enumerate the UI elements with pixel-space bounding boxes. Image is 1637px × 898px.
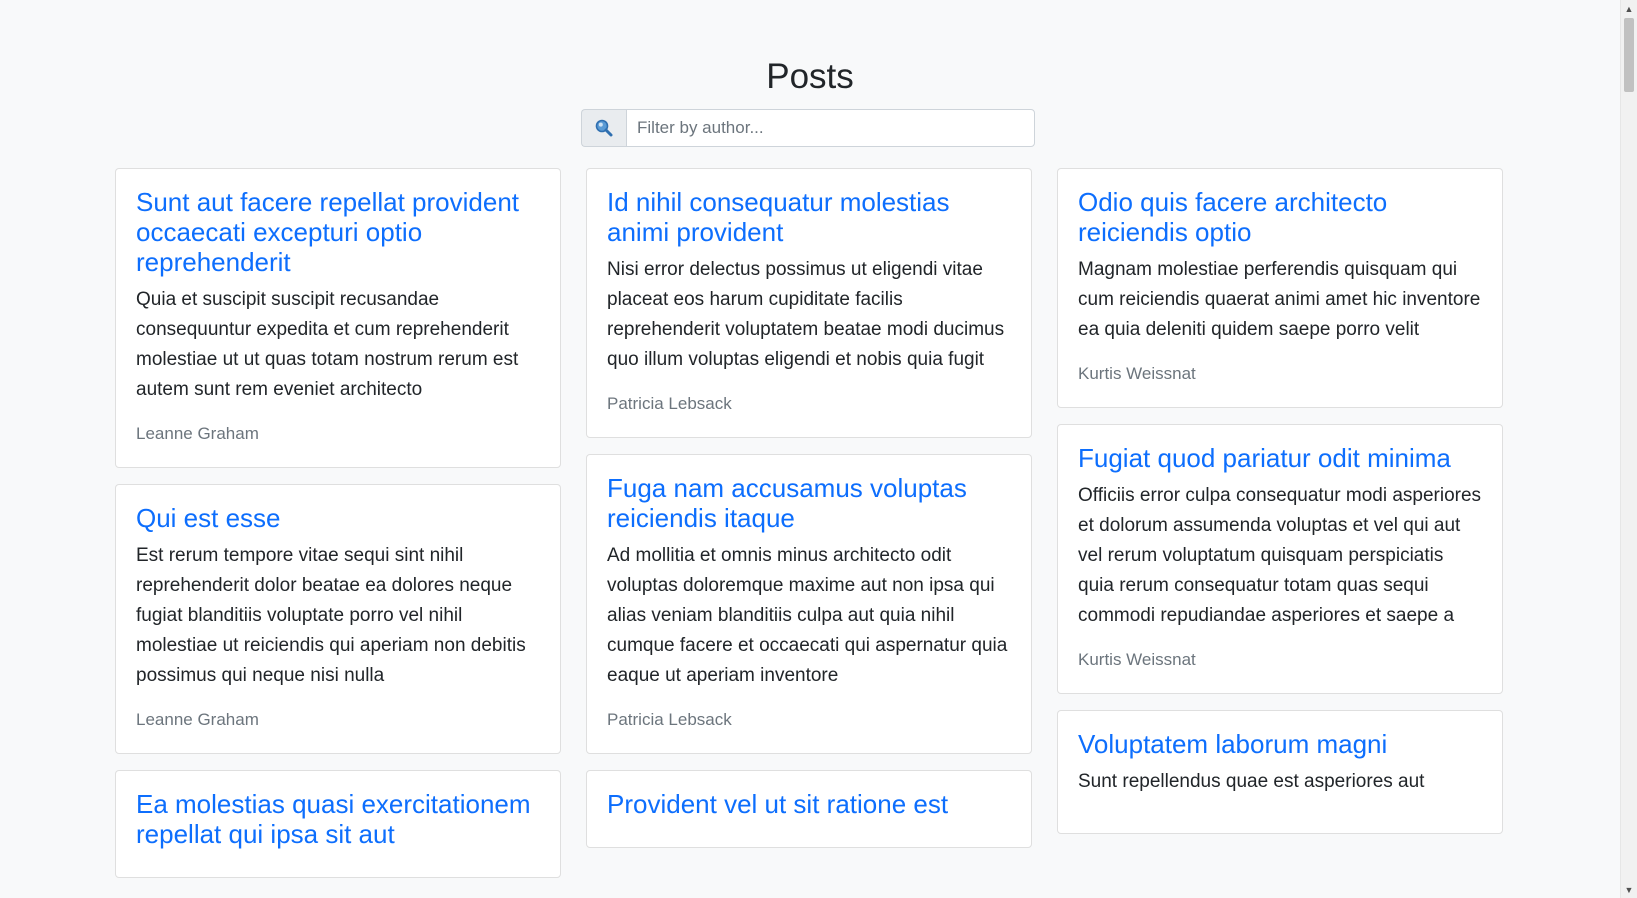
page-title: Posts — [766, 57, 854, 96]
post-title-link[interactable]: Fugiat quod pariatur odit minima — [1078, 443, 1482, 473]
post-body: Quia et suscipit suscipit recusandae con… — [136, 289, 519, 400]
author-filter-input[interactable] — [626, 109, 1035, 147]
post-title-link[interactable]: Id nihil consequatur molestias animi pro… — [607, 187, 1011, 247]
page: Posts Sunt aut facere repellat provident… — [0, 0, 1637, 898]
post-card: Id nihil consequatur molestias animi pro… — [586, 168, 1032, 438]
post-body: Sunt repellendus quae est asperiores aut — [1078, 771, 1425, 792]
author-filter — [581, 109, 1035, 147]
post-card: Sunt aut facere repellat provident occae… — [115, 168, 561, 468]
post-author: Kurtis Weissnat — [1078, 364, 1196, 383]
post-title-link[interactable]: Provident vel ut sit ratione est — [607, 789, 1011, 819]
post-body: Est rerum tempore vitae sequi sint nihil… — [136, 545, 526, 686]
post-title-link[interactable]: Odio quis facere architecto reiciendis o… — [1078, 187, 1482, 247]
post-author: Kurtis Weissnat — [1078, 650, 1196, 669]
posts-column-3: Odio quis facere architecto reiciendis o… — [1057, 168, 1503, 850]
scroll-down-arrow-icon[interactable]: ▼ — [1621, 881, 1637, 898]
post-author: Patricia Lebsack — [607, 710, 732, 729]
post-card: Provident vel ut sit ratione est — [586, 770, 1032, 848]
post-card: Qui est esse Est rerum tempore vitae seq… — [115, 484, 561, 754]
post-body: Nisi error delectus possimus ut eligendi… — [607, 259, 1005, 370]
post-card: Fuga nam accusamus voluptas reiciendis i… — [586, 454, 1032, 754]
post-body: Magnam molestiae perferendis quisquam qu… — [1078, 259, 1481, 340]
search-icon — [581, 109, 626, 147]
posts-column-2: Id nihil consequatur molestias animi pro… — [586, 168, 1032, 864]
scrollbar-thumb[interactable] — [1624, 18, 1634, 92]
post-body: Officiis error culpa consequatur modi as… — [1078, 485, 1482, 626]
post-author: Leanne Graham — [136, 424, 259, 443]
post-title-link[interactable]: Ea molestias quasi exercitationem repell… — [136, 789, 540, 849]
post-card: Voluptatem laborum magni Sunt repellendu… — [1057, 710, 1503, 834]
post-body: Ad mollitia et omnis minus architecto od… — [607, 545, 1008, 686]
vertical-scrollbar[interactable]: ▲ ▼ — [1620, 0, 1637, 898]
scroll-up-arrow-icon[interactable]: ▲ — [1621, 0, 1637, 17]
post-card: Odio quis facere architecto reiciendis o… — [1057, 168, 1503, 408]
posts-column-1: Sunt aut facere repellat provident occae… — [115, 168, 561, 894]
post-title-link[interactable]: Fuga nam accusamus voluptas reiciendis i… — [607, 473, 1011, 533]
post-author: Leanne Graham — [136, 710, 259, 729]
post-author: Patricia Lebsack — [607, 394, 732, 413]
post-title-link[interactable]: Qui est esse — [136, 503, 540, 533]
post-card: Fugiat quod pariatur odit minima Officii… — [1057, 424, 1503, 694]
post-card: Ea molestias quasi exercitationem repell… — [115, 770, 561, 878]
post-title-link[interactable]: Voluptatem laborum magni — [1078, 729, 1482, 759]
post-title-link[interactable]: Sunt aut facere repellat provident occae… — [136, 187, 540, 277]
